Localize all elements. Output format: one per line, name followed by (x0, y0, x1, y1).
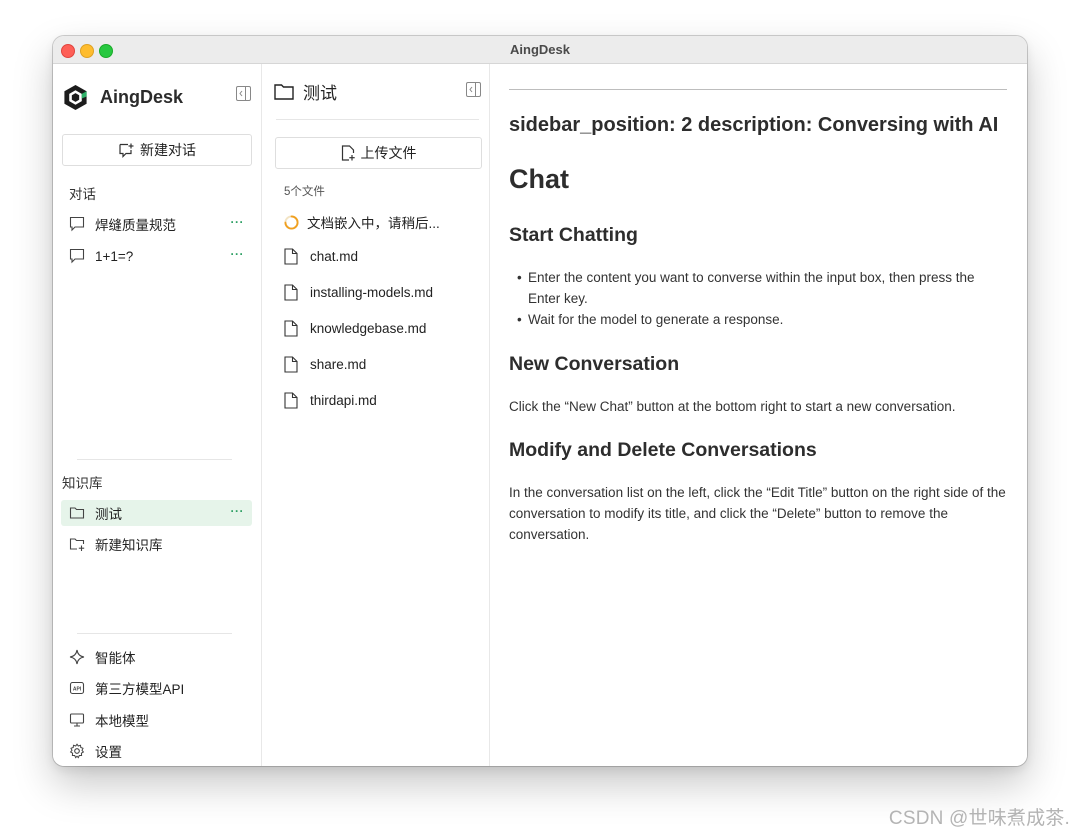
horizontal-rule (509, 89, 1007, 90)
agents-nav-item[interactable]: 智能体 (61, 644, 252, 670)
sidebar-divider (77, 459, 232, 460)
folder-add-icon (69, 538, 85, 551)
conversation-more-button[interactable]: ··· (231, 215, 245, 229)
file-item[interactable]: chat.md (284, 246, 358, 266)
brand: AingDesk (62, 84, 183, 110)
bullet-item: Wait for the model to generate a respons… (517, 309, 998, 330)
document-icon (284, 391, 298, 409)
file-name: chat.md (310, 248, 359, 264)
agents-label: 智能体 (95, 651, 136, 666)
conversation-title: 焊缝质量规范 (95, 218, 176, 233)
third-party-api-nav-item[interactable]: API 第三方模型API (61, 675, 252, 701)
document-icon (284, 319, 298, 337)
conversation-item[interactable]: 1+1=? ··· (61, 243, 252, 269)
chat-bubble-icon (69, 216, 85, 232)
document-icon (284, 355, 298, 373)
document-preview: sidebar_position: 2 description: Convers… (490, 64, 1027, 766)
section-heading: Start Chatting (509, 224, 638, 246)
settings-nav-item[interactable]: 设置 (61, 738, 252, 764)
file-item[interactable]: share.md (284, 354, 366, 374)
local-models-label: 本地模型 (95, 714, 149, 729)
third-party-api-label: 第三方模型API (95, 682, 185, 697)
gear-icon (69, 743, 85, 759)
brand-name: AingDesk (100, 86, 184, 107)
document-title: Chat (509, 164, 569, 194)
document-icon (284, 283, 298, 301)
settings-label: 设置 (95, 745, 122, 760)
knowledge-section-label: 知识库 (62, 476, 103, 491)
file-upload-icon (341, 145, 355, 161)
conversation-item[interactable]: 焊缝质量规范 ··· (61, 211, 252, 237)
title-bar: AingDesk (53, 36, 1027, 64)
app-window: AingDesk AingDesk 新建对话 对话 焊缝质量规范 ··· 1+1… (53, 36, 1027, 766)
sidebar-divider (77, 633, 232, 634)
front-matter-heading: sidebar_position: 2 description: Convers… (509, 114, 999, 136)
file-name: thirdapi.md (310, 392, 377, 408)
file-panel-divider (276, 119, 479, 120)
folder-icon (69, 507, 85, 519)
knowledge-base-title: 测试 (95, 507, 122, 522)
conversations-section-label: 对话 (69, 187, 96, 202)
new-knowledge-base-label: 新建知识库 (95, 538, 163, 553)
upload-file-label: 上传文件 (360, 145, 417, 161)
conversation-more-button[interactable]: ··· (231, 247, 245, 261)
svg-text:API: API (73, 686, 82, 692)
new-chat-button[interactable]: 新建对话 (62, 134, 252, 166)
file-name: knowledgebase.md (310, 320, 427, 336)
new-chat-label: 新建对话 (140, 142, 196, 158)
monitor-icon (69, 713, 85, 727)
app-logo-icon (64, 84, 87, 110)
local-models-nav-item[interactable]: 本地模型 (61, 707, 252, 733)
new-chat-icon (119, 143, 134, 158)
knowledge-base-item[interactable]: 测试 ··· (61, 500, 252, 526)
file-item[interactable]: installing-models.md (284, 282, 433, 302)
embedding-status-text: 文档嵌入中，请稍后... (307, 216, 440, 231)
folder-icon (274, 84, 294, 100)
file-count: 5个文件 (284, 186, 325, 198)
loading-spinner-icon (284, 214, 299, 230)
file-item[interactable]: knowledgebase.md (284, 318, 426, 338)
section-heading: Modify and Delete Conversations (509, 439, 817, 461)
sparkle-icon (69, 649, 85, 665)
knowledge-base-name: 测试 (303, 84, 337, 103)
file-item[interactable]: thirdapi.md (284, 390, 377, 410)
watermark: CSDN @世味煮成茶. (888, 808, 1070, 829)
sidebar: AingDesk 新建对话 对话 焊缝质量规范 ··· 1+1=? ··· 知识… (53, 64, 262, 766)
file-name: share.md (310, 356, 367, 372)
collapse-sidebar-icon[interactable] (236, 86, 251, 101)
conversation-title: 1+1=? (95, 248, 134, 264)
window-title: AingDesk (510, 42, 570, 57)
knowledge-base-header: 测试 (274, 79, 337, 104)
api-icon: API (69, 681, 85, 695)
section-heading: New Conversation (509, 353, 680, 375)
knowledge-file-panel: 测试 上传文件 5个文件 文档嵌入中，请稍后... chat.md instal… (262, 64, 490, 766)
knowledge-base-more-button[interactable]: ··· (231, 504, 245, 518)
paragraph: Click the “New Chat” button at the botto… (509, 399, 956, 414)
chat-bubble-icon (69, 248, 85, 264)
paragraph: In the conversation list on the left, cl… (509, 485, 1006, 542)
document-icon (284, 247, 298, 265)
file-name: installing-models.md (310, 284, 434, 300)
embedding-status: 文档嵌入中，请稍后... (284, 212, 440, 232)
collapse-file-panel-icon[interactable] (466, 82, 481, 97)
bullet-item: Enter the content you want to converse w… (517, 267, 998, 309)
new-knowledge-base-button[interactable]: 新建知识库 (61, 531, 252, 557)
bullet-list: Enter the content you want to converse w… (517, 267, 998, 330)
upload-file-button[interactable]: 上传文件 (275, 137, 482, 169)
